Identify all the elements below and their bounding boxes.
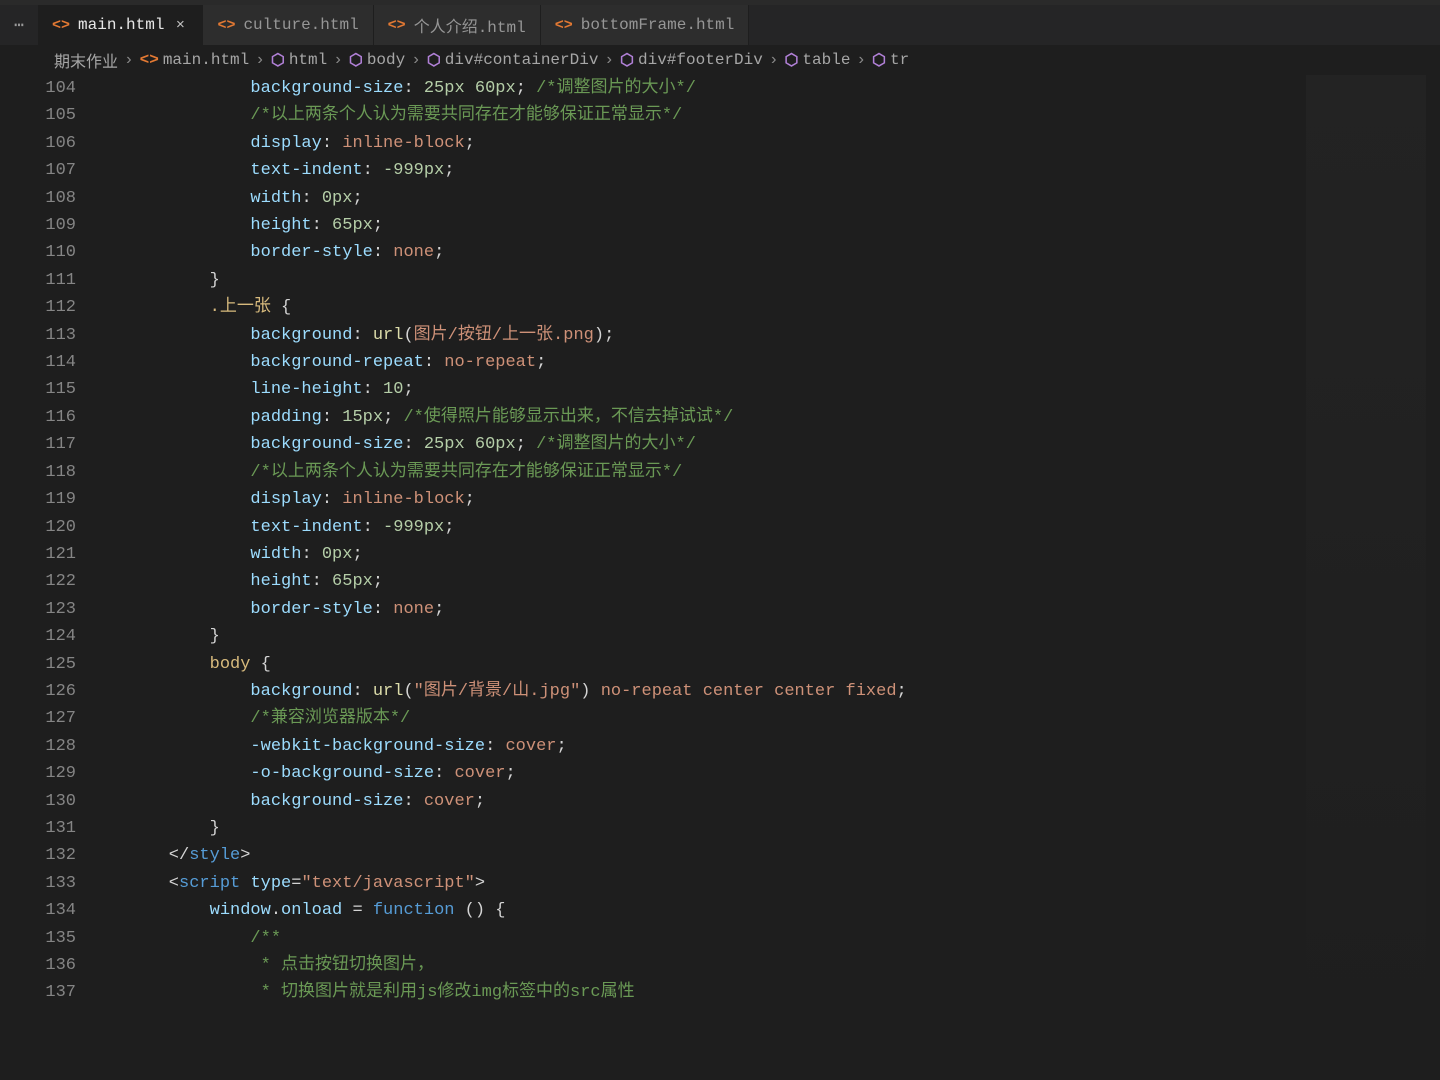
chevron-right-icon: › xyxy=(769,51,779,69)
code-line: line-height: 10; xyxy=(128,376,1306,403)
code-line: .上一张 { xyxy=(128,294,1306,321)
code-line: display: inline-block; xyxy=(128,130,1306,157)
chevron-right-icon: › xyxy=(124,51,134,69)
code-line: background: url("图片/背景/山.jpg") no-repeat… xyxy=(128,678,1306,705)
chevron-right-icon: › xyxy=(604,51,614,69)
editor-area: 1041051061071081091101111121131141151161… xyxy=(0,75,1440,1080)
code-line: -o-background-size: cover; xyxy=(128,760,1306,787)
tab-label: 个人介绍.html xyxy=(414,13,526,37)
code-line: background-size: cover; xyxy=(128,788,1306,815)
code-line: body { xyxy=(128,651,1306,678)
html-file-icon: <> xyxy=(140,51,159,69)
breadcrumb-item[interactable]: body xyxy=(367,51,405,69)
tab-main-html[interactable]: <> main.html × xyxy=(38,5,203,45)
code-line: text-indent: -999px; xyxy=(128,514,1306,541)
breadcrumb-item[interactable]: div#containerDiv xyxy=(445,51,599,69)
minimap[interactable] xyxy=(1306,75,1426,1080)
code-line: background-size: 25px 60px; /*调整图片的大小*/ xyxy=(128,431,1306,458)
tab-bottomFrame-html[interactable]: <> bottomFrame.html xyxy=(541,5,750,45)
symbol-icon: ⬡ xyxy=(620,50,634,70)
breadcrumb-item[interactable]: div#footerDiv xyxy=(638,51,763,69)
symbol-icon: ⬡ xyxy=(784,50,798,70)
code-line: <script type="text/javascript"> xyxy=(128,870,1306,897)
breadcrumb-item[interactable]: table xyxy=(802,51,850,69)
breadcrumb-item[interactable]: html xyxy=(289,51,327,69)
code-line: </style> xyxy=(128,842,1306,869)
html-file-icon: <> xyxy=(388,17,406,34)
html-file-icon: <> xyxy=(217,17,235,34)
code-line: * 切换图片就是利用js修改img标签中的src属性 xyxy=(128,979,1306,1006)
fold-strip xyxy=(100,75,126,1080)
code-line: width: 0px; xyxy=(128,185,1306,212)
chevron-right-icon: › xyxy=(333,51,343,69)
breadcrumb-item[interactable]: main.html xyxy=(163,51,249,69)
code-line: -webkit-background-size: cover; xyxy=(128,733,1306,760)
code-line: display: inline-block; xyxy=(128,486,1306,513)
code-line: /** xyxy=(128,925,1306,952)
symbol-icon: ⬡ xyxy=(271,50,285,70)
tab-label: main.html xyxy=(78,16,164,34)
chevron-right-icon: › xyxy=(856,51,866,69)
code-line: height: 65px; xyxy=(128,212,1306,239)
code-line: width: 0px; xyxy=(128,541,1306,568)
close-icon[interactable]: × xyxy=(172,17,188,34)
symbol-icon: ⬡ xyxy=(349,50,363,70)
chevron-right-icon: › xyxy=(411,51,421,69)
code-line: window.onload = function () { xyxy=(128,897,1306,924)
tab-label: bottomFrame.html xyxy=(581,16,735,34)
code-line: } xyxy=(128,623,1306,650)
code-line: * 点击按钮切换图片， xyxy=(128,952,1306,979)
breadcrumb: 期末作业 › <> main.html › ⬡ html › ⬡ body › ⬡ div#co… xyxy=(0,45,1440,75)
line-number-gutter: 1041051061071081091101111121131141151161… xyxy=(0,75,100,1080)
code-line: /*兼容浏览器版本*/ xyxy=(128,705,1306,732)
code-line: } xyxy=(128,267,1306,294)
code-line: border-style: none; xyxy=(128,239,1306,266)
symbol-icon: ⬡ xyxy=(427,50,441,70)
breadcrumb-item[interactable]: 期末作业 xyxy=(54,48,118,72)
code-line: background-repeat: no-repeat; xyxy=(128,349,1306,376)
vertical-scrollbar[interactable] xyxy=(1426,75,1440,1080)
tab-bar: ⋯ <>main.html×<>culture.html<>个人介绍.html<… xyxy=(0,5,1440,45)
editor-actions-menu[interactable]: ⋯ xyxy=(0,5,38,45)
chevron-right-icon: › xyxy=(255,51,265,69)
tab-label: culture.html xyxy=(243,16,358,34)
code-line: background-size: 25px 60px; /*调整图片的大小*/ xyxy=(128,75,1306,102)
code-line: padding: 15px; /*使得照片能够显示出来，不信去掉试试*/ xyxy=(128,404,1306,431)
html-file-icon: <> xyxy=(52,17,70,34)
code-line: } xyxy=(128,815,1306,842)
code-line: background: url(图片/按钮/上一张.png); xyxy=(128,322,1306,349)
code-line: text-indent: -999px; xyxy=(128,157,1306,184)
code-content[interactable]: background-size: 25px 60px; /*调整图片的大小*/ … xyxy=(126,75,1306,1007)
code-line: /*以上两条个人认为需要共同存在才能够保证正常显示*/ xyxy=(128,102,1306,129)
tab-culture-html[interactable]: <> culture.html xyxy=(203,5,373,45)
symbol-icon: ⬡ xyxy=(872,50,886,70)
html-file-icon: <> xyxy=(555,17,573,34)
code-line: height: 65px; xyxy=(128,568,1306,595)
code-line: border-style: none; xyxy=(128,596,1306,623)
tab--html[interactable]: <> 个人介绍.html xyxy=(374,5,541,45)
breadcrumb-item[interactable]: tr xyxy=(890,51,909,69)
code-line: /*以上两条个人认为需要共同存在才能够保证正常显示*/ xyxy=(128,459,1306,486)
